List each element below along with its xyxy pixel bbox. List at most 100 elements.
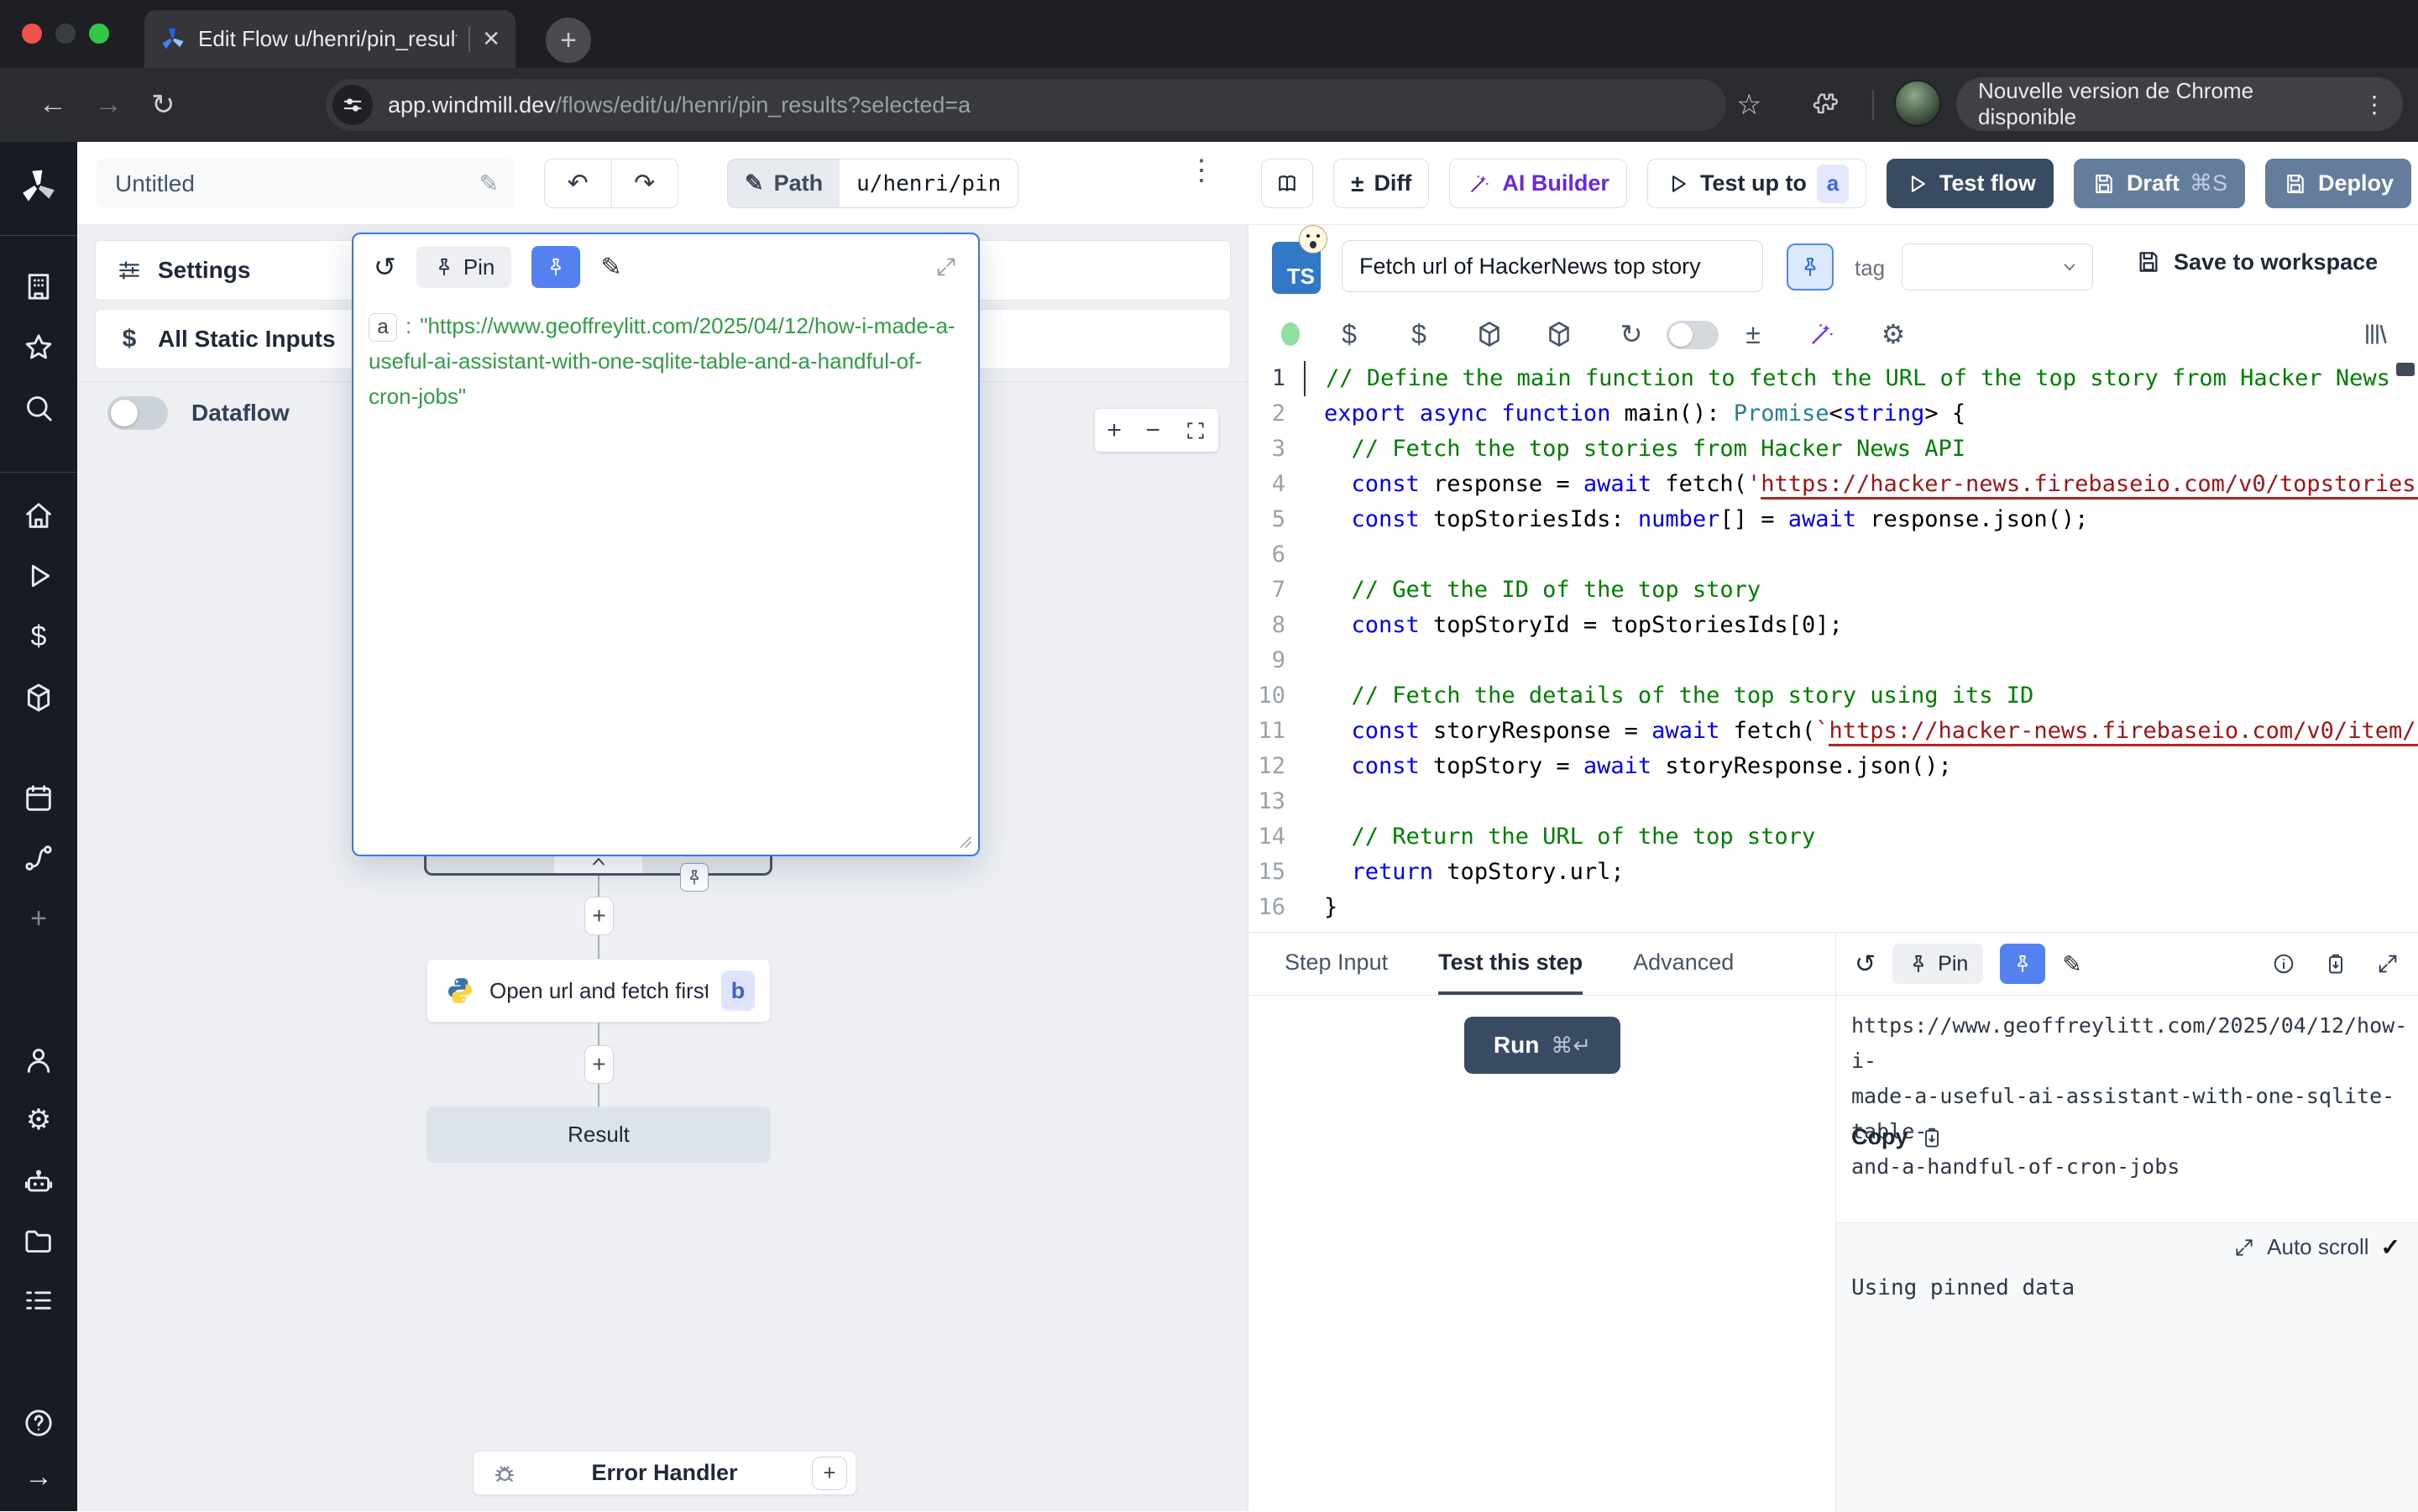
reload-icon[interactable]: ↻ <box>151 88 175 122</box>
chrome-update-button[interactable]: Nouvelle version de Chrome disponible ⋮ <box>1956 77 2403 131</box>
more-options-icon[interactable]: ⋮ <box>1187 154 1216 187</box>
fit-view-icon[interactable] <box>1185 420 1206 442</box>
pin-toggle-button[interactable]: Pin <box>416 246 512 288</box>
forward-icon[interactable]: → <box>94 88 123 121</box>
tag-label: tag <box>1855 255 1885 281</box>
diff-icon[interactable]: ± <box>1738 319 1768 349</box>
insert-step-button[interactable]: + <box>584 897 614 935</box>
history-icon[interactable]: ↺ <box>1855 950 1876 979</box>
editor-quick-icons: $ $ ↻ ± ⚙ <box>1248 311 2418 358</box>
flow-name-input[interactable]: Untitled ✎ <box>97 159 514 208</box>
error-handler-node[interactable]: Error Handler + <box>473 1451 856 1495</box>
scrollbar-thumb[interactable] <box>2396 363 2415 376</box>
add-error-handler-button[interactable]: + <box>812 1457 847 1490</box>
test-up-to-step-badge[interactable]: a <box>1817 165 1849 203</box>
sidebar-item-workers-icon[interactable] <box>22 1165 55 1199</box>
sidebar-item-resources-icon[interactable] <box>22 681 55 714</box>
edit-pencil-icon[interactable]: ✎ <box>2062 950 2081 978</box>
chevron-down-icon <box>2059 256 2080 278</box>
pinned-active-button[interactable] <box>2000 944 2045 984</box>
window-close-button[interactable] <box>22 24 42 44</box>
sidebar-item-variables-icon[interactable]: $ <box>22 620 55 653</box>
zoom-in-button[interactable]: + <box>1107 416 1122 445</box>
pin-toggle-button[interactable]: Pin <box>1892 944 1983 984</box>
expand-popup-icon[interactable] <box>934 255 958 279</box>
dependency-one-icon[interactable] <box>1474 319 1505 349</box>
sidebar-item-collapse-icon[interactable]: → <box>22 1460 55 1494</box>
flow-node-b[interactable]: Open url and fetch first 500 words of ..… <box>427 959 771 1023</box>
extensions-icon[interactable] <box>1810 90 1839 118</box>
bookmark-star-icon[interactable]: ☆ <box>1736 88 1761 122</box>
zoom-out-button[interactable]: − <box>1145 416 1160 445</box>
auto-scroll-control[interactable]: Auto scroll ✓ <box>2233 1233 2400 1261</box>
tab-test-this-step[interactable]: Test this step <box>1438 933 1583 995</box>
sidebar-item-schedules-icon[interactable] <box>22 782 55 815</box>
sidebar-item-home-icon[interactable] <box>22 499 55 532</box>
static-input-two-icon[interactable]: $ <box>1404 319 1434 349</box>
undo-button[interactable]: ↶ <box>545 160 612 207</box>
library-icon[interactable] <box>2361 319 2391 349</box>
back-icon[interactable]: ← <box>39 88 67 121</box>
sidebar-item-help-icon[interactable] <box>22 1406 55 1440</box>
window-zoom-button[interactable] <box>89 24 109 44</box>
dataflow-toggle[interactable] <box>107 396 168 430</box>
step-summary-input[interactable] <box>1342 240 1763 292</box>
tab-advanced[interactable]: Advanced <box>1633 933 1734 995</box>
site-settings-icon[interactable] <box>332 85 373 125</box>
static-input-one-icon[interactable]: $ <box>1334 319 1364 349</box>
edit-pencil-icon[interactable]: ✎ <box>600 253 621 282</box>
step-pin-button[interactable] <box>1787 243 1834 290</box>
ai-icon[interactable] <box>1807 319 1837 349</box>
sidebar-item-users-icon[interactable] <box>22 1044 55 1077</box>
copy-button[interactable]: Copy <box>1851 1124 1944 1150</box>
diff-button[interactable]: ± Diff <box>1333 159 1429 208</box>
dependency-two-icon[interactable] <box>1544 319 1574 349</box>
play-outline-icon <box>1665 171 1690 196</box>
run-button[interactable]: Run ⌘↵ <box>1464 1017 1620 1074</box>
node-pin-badge[interactable] <box>680 863 709 892</box>
path-group[interactable]: ✎ Path u/henri/pin <box>727 159 1018 208</box>
insert-step-button[interactable]: + <box>584 1045 614 1084</box>
test-up-to-button[interactable]: Test up to a <box>1647 159 1866 208</box>
tab-close-icon[interactable]: ✕ <box>482 26 500 52</box>
sidebar-item-logs-icon[interactable] <box>22 1284 55 1317</box>
fullscreen-icon[interactable] <box>2376 952 2400 976</box>
result-node[interactable]: Result <box>427 1107 771 1163</box>
sidebar-item-flows-icon[interactable] <box>22 841 55 875</box>
sidebar-item-add-icon[interactable]: + <box>22 902 55 935</box>
window-minimize-button[interactable] <box>55 24 76 44</box>
pin-filled-icon <box>545 256 567 278</box>
line-number: 16 <box>1248 890 1304 925</box>
ai-builder-button[interactable]: AI Builder <box>1449 159 1627 208</box>
sidebar-item-search-icon[interactable] <box>22 391 55 425</box>
new-tab-button[interactable]: + <box>546 18 591 63</box>
pin-icon <box>433 256 455 278</box>
resize-grip-icon[interactable] <box>955 831 973 850</box>
sidebar-item-runs-icon[interactable] <box>22 559 55 593</box>
deploy-button[interactable]: Deploy <box>2265 159 2411 208</box>
sidebar-item-favorites-icon[interactable] <box>22 331 55 364</box>
tab-step-input[interactable]: Step Input <box>1285 933 1388 995</box>
save-to-workspace-button[interactable]: Save to workspace <box>2135 249 2378 275</box>
redo-button[interactable]: ↷ <box>612 160 678 207</box>
address-bar[interactable]: app.windmill.dev/flows/edit/u/henri/pin_… <box>326 79 1726 131</box>
clipboard-icon[interactable] <box>2324 952 2347 976</box>
code-editor[interactable]: 1// Define the main function to fetch th… <box>1248 361 2418 932</box>
history-icon[interactable]: ↺ <box>374 251 396 283</box>
sidebar-item-workspace-icon[interactable] <box>22 269 55 303</box>
reload-icon[interactable]: ↻ <box>1616 319 1646 349</box>
info-icon[interactable] <box>2272 952 2295 976</box>
profile-avatar[interactable] <box>1894 80 1941 127</box>
pinned-active-button[interactable] <box>531 246 580 288</box>
tag-select[interactable] <box>1902 243 2093 290</box>
draft-button[interactable]: Draft ⌘S <box>2074 159 2245 208</box>
editor-toggle[interactable] <box>1667 321 1719 349</box>
gear-icon[interactable]: ⚙ <box>1878 319 1908 349</box>
sidebar-item-folders-icon[interactable] <box>22 1224 55 1258</box>
edit-name-pencil-icon[interactable]: ✎ <box>479 170 499 197</box>
docs-book-button[interactable] <box>1261 159 1313 208</box>
browser-menu-icon[interactable]: ⋮ <box>2363 91 2386 118</box>
browser-tab[interactable]: Edit Flow u/henri/pin_results ✕ <box>144 10 516 68</box>
sidebar-item-settings-icon[interactable]: ⚙ <box>22 1103 55 1137</box>
test-flow-button[interactable]: Test flow <box>1887 159 2054 208</box>
